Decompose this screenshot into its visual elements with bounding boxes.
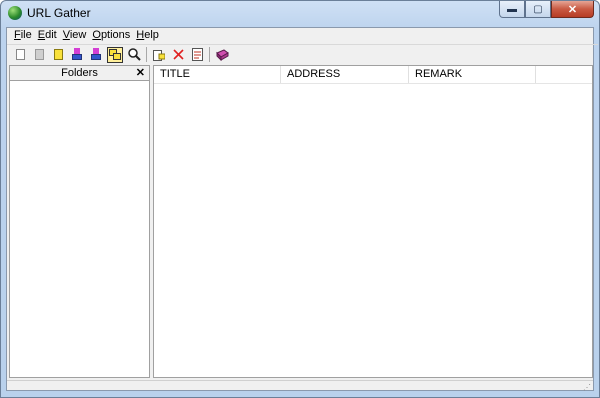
import-icon [71,48,83,61]
properties-button[interactable] [189,47,205,63]
menu-help[interactable]: Help [134,28,163,44]
app-window: URL Gather ▬ ▢ ✕ File Edit View Options … [0,0,600,398]
delete-button[interactable] [170,47,186,63]
properties-icon [191,48,203,61]
search-button[interactable] [126,47,142,63]
status-bar: ⋰ [7,380,593,393]
app-globe-icon [8,6,22,20]
menu-view[interactable]: View [61,28,91,44]
folder-view-button[interactable] [107,46,123,63]
import-button[interactable] [69,47,85,63]
new-doc-button[interactable] [12,47,28,63]
gray-doc-button[interactable] [31,47,47,63]
url-list-body[interactable] [154,84,592,378]
folders-panel: Folders ✕ [9,65,150,378]
menu-edit[interactable]: Edit [36,28,61,44]
menu-file[interactable]: File [12,28,36,44]
list-column-headers: TITLE ADDRESS REMARK [154,66,592,84]
toolbar-separator [146,47,147,62]
export-icon [90,48,102,61]
close-panel-icon[interactable]: ✕ [136,66,145,80]
export-button[interactable] [88,47,104,63]
book-icon [215,48,229,61]
gray-doc-icon [34,49,44,60]
folders-panel-title: Folders [61,67,98,79]
book-button[interactable] [214,47,230,63]
delete-icon [172,49,184,60]
menu-bar: File Edit View Options Help [7,28,598,44]
folders-panel-header: Folders ✕ [10,66,149,81]
column-header-title[interactable]: TITLE [154,66,281,83]
new-doc-icon [15,49,25,60]
title-bar[interactable]: URL Gather ▬ ▢ ✕ [1,1,599,25]
search-icon [127,48,141,61]
column-header-remark[interactable]: REMARK [409,66,536,83]
add-button[interactable] [151,47,167,63]
menu-options[interactable]: Options [90,28,134,44]
folder-tree[interactable] [10,81,149,377]
caption-buttons: ▬ ▢ ✕ [499,1,594,19]
maximize-button[interactable]: ▢ [525,1,551,18]
folder-view-icon [109,49,121,60]
window-title: URL Gather [27,6,91,20]
minimize-button[interactable]: ▬ [499,1,525,18]
column-header-address[interactable]: ADDRESS [281,66,409,83]
yellow-doc-icon [53,49,63,60]
toolbar [7,44,598,64]
yellow-doc-button[interactable] [50,47,66,63]
toolbar-separator [209,47,210,62]
column-header-filler [536,66,592,83]
close-button[interactable]: ✕ [551,1,594,18]
client-area: File Edit View Options Help Folders ✕ TI… [6,27,598,393]
url-list-panel: TITLE ADDRESS REMARK [153,65,593,378]
resize-grip-icon[interactable]: ⋰ [583,383,591,392]
add-icon [153,49,165,61]
